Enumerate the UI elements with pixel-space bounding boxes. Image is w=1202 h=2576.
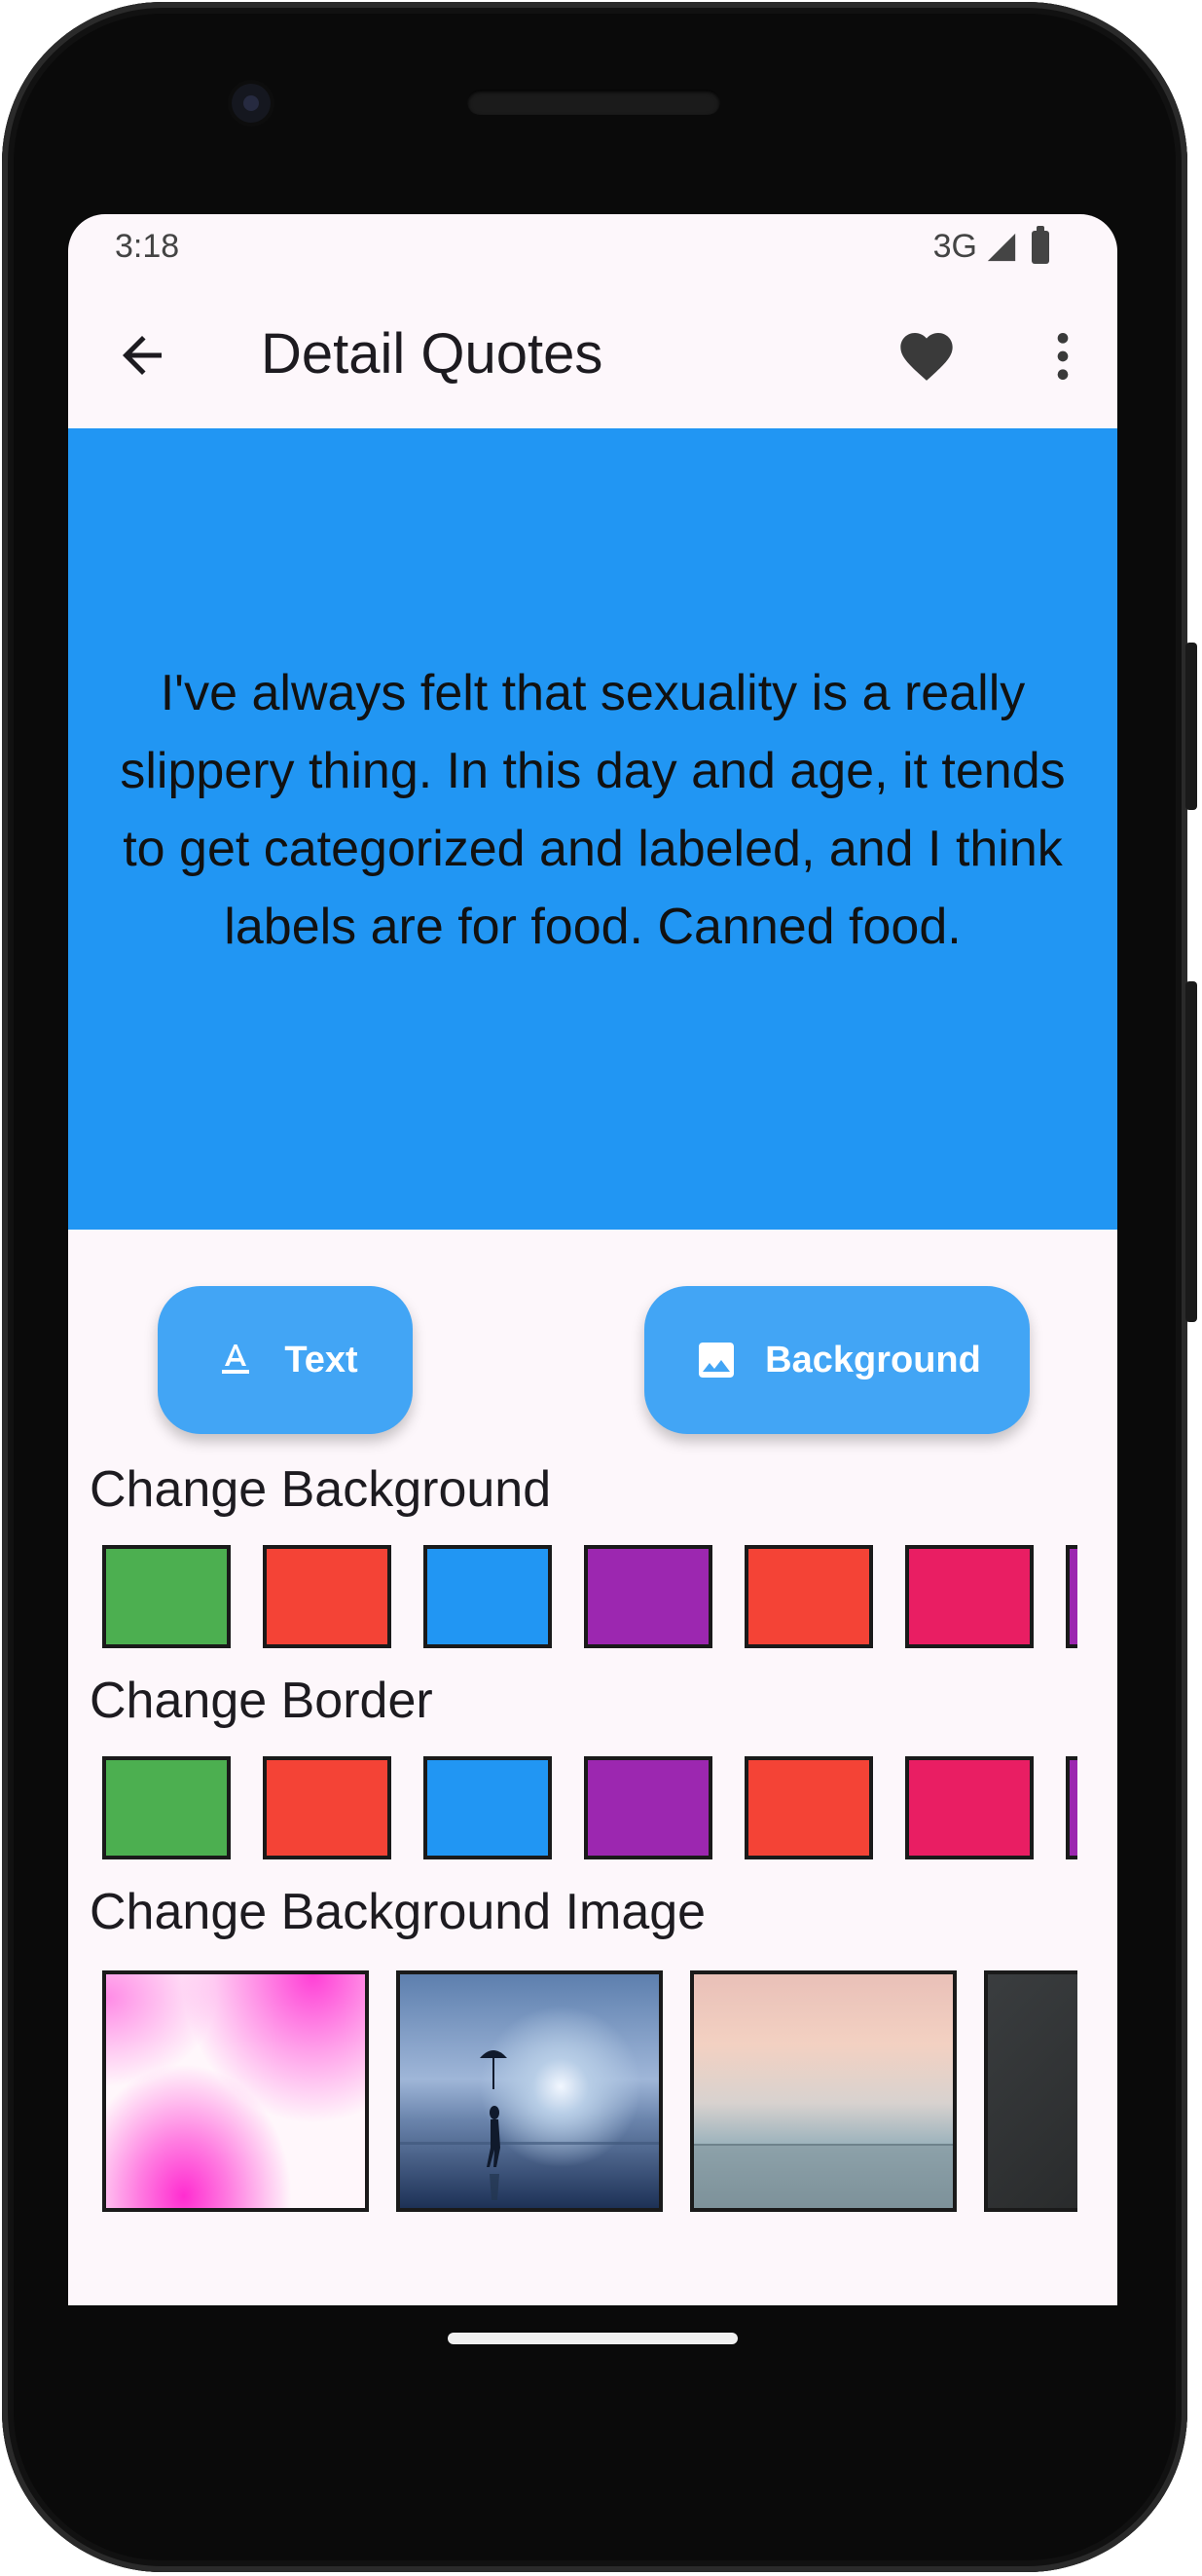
- background-swatch[interactable]: [1066, 1545, 1077, 1648]
- background-swatch[interactable]: [423, 1545, 552, 1648]
- background-button[interactable]: Background: [644, 1286, 1030, 1434]
- earpiece-speaker: [467, 90, 720, 115]
- status-icons: 3G: [932, 225, 1049, 266]
- pink-watercolor-image[interactable]: [102, 1970, 369, 2212]
- border-swatch[interactable]: [905, 1756, 1034, 1859]
- page-title: Detail Quotes: [261, 322, 603, 386]
- border-swatch[interactable]: [423, 1756, 552, 1859]
- change-border-title: Change Border: [90, 1673, 433, 1729]
- background-color-row[interactable]: [102, 1545, 1077, 1652]
- background-image-row[interactable]: [102, 1970, 1077, 2214]
- cell-signal-icon: [987, 233, 1016, 261]
- home-indicator[interactable]: [448, 2333, 738, 2344]
- front-camera: [232, 84, 271, 123]
- background-swatch[interactable]: [263, 1545, 391, 1648]
- status-bar: 3:18 3G: [68, 214, 1117, 282]
- border-swatch[interactable]: [1066, 1756, 1077, 1859]
- screen: 3:18 3G Detail Quotes I've always felt t…: [68, 214, 1117, 2305]
- heart-icon[interactable]: [895, 325, 958, 387]
- quote-card: I've always felt that sexuality is a rea…: [68, 428, 1117, 1230]
- app-bar: Detail Quotes: [68, 282, 1117, 428]
- image-icon: [699, 1343, 735, 1378]
- power-button: [1185, 643, 1197, 810]
- border-swatch[interactable]: [745, 1756, 873, 1859]
- sunset-sea-image[interactable]: [690, 1970, 957, 2212]
- border-swatch[interactable]: [584, 1756, 712, 1859]
- border-swatch[interactable]: [102, 1756, 231, 1859]
- network-type: 3G: [932, 228, 977, 265]
- battery-icon: [1032, 225, 1049, 264]
- ocean-umbrella-image[interactable]: [396, 1970, 663, 2212]
- quote-text: I've always felt that sexuality is a rea…: [120, 664, 1066, 955]
- arrow-back-icon[interactable]: [113, 326, 171, 385]
- border-swatch[interactable]: [263, 1756, 391, 1859]
- silhouette-figure: [400, 2050, 659, 2200]
- background-button-label: Background: [765, 1339, 981, 1380]
- background-swatch[interactable]: [584, 1545, 712, 1648]
- dark-texture-image[interactable]: [984, 1970, 1077, 2212]
- text-format-icon: [222, 1344, 250, 1374]
- border-color-row[interactable]: [102, 1756, 1077, 1863]
- horizon-line: [694, 2144, 953, 2208]
- text-button[interactable]: Text: [158, 1286, 413, 1434]
- background-swatch[interactable]: [905, 1545, 1034, 1648]
- change-background-title: Change Background: [90, 1461, 552, 1518]
- more-vert-icon[interactable]: [1032, 325, 1094, 387]
- background-swatch[interactable]: [745, 1545, 873, 1648]
- volume-button: [1185, 981, 1197, 1322]
- text-button-label: Text: [284, 1339, 358, 1380]
- background-swatch[interactable]: [102, 1545, 231, 1648]
- status-time: 3:18: [115, 228, 180, 265]
- change-background-image-title: Change Background Image: [90, 1884, 707, 1940]
